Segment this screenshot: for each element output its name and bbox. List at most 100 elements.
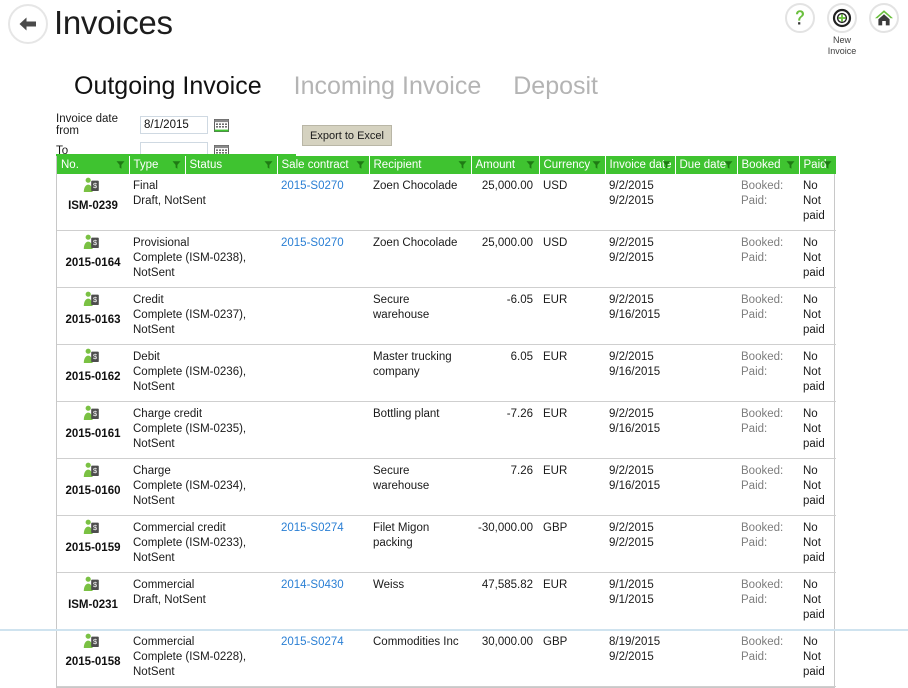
cell-recipient: Weiss: [369, 572, 471, 630]
invoice-person-dollar-icon: $: [83, 291, 99, 306]
column-header-type[interactable]: Type: [129, 156, 186, 174]
column-header-recipient[interactable]: Recipient: [369, 156, 472, 174]
filter-icon-booked[interactable]: [786, 161, 795, 170]
booked-value: No: [803, 294, 818, 306]
cell-recipient: Filet Migon packing: [369, 515, 471, 573]
filter-icon-status[interactable]: [264, 161, 273, 170]
cell-recipient: Commodities Inc: [369, 629, 471, 687]
filter-icon-recipient[interactable]: [458, 161, 467, 170]
booked-label: Booked:: [741, 636, 784, 648]
calendar-glyph: [214, 118, 229, 132]
column-header-amount-label: Amount: [475, 159, 516, 171]
cell-due-date-spacer: [675, 174, 737, 231]
cell-invoice-date: 9/2/2015 9/16/2015: [605, 344, 675, 402]
invoice-date-from-input[interactable]: [140, 116, 208, 134]
cell-paid-values: No Not paid: [799, 572, 836, 630]
column-header-sale-contract[interactable]: Sale contract: [277, 156, 370, 174]
currency-code: EUR: [543, 579, 568, 591]
table-row[interactable]: $ ISM-0239 Final Draft, NotSent 2015-S0270 Zo…: [57, 174, 836, 231]
currency-code: GBP: [543, 522, 568, 534]
column-header-booked[interactable]: Booked: [737, 156, 800, 174]
invoice-date-value: 9/1/2015: [609, 579, 654, 591]
table-row[interactable]: $2015-0161 Charge credit Complete (ISM-023…: [57, 401, 836, 459]
cell-type-status: Commercial Draft, NotSent: [129, 572, 277, 630]
paid-value: Not paid: [803, 480, 825, 507]
calendar-icon-from[interactable]: [214, 118, 229, 133]
svg-text:$: $: [93, 523, 97, 532]
tab-incoming-invoice[interactable]: Incoming Invoice: [294, 72, 482, 101]
cell-recipient: Master trucking company: [369, 344, 471, 402]
table-row[interactable]: $2015-0162 Debit Complete (ISM-0236), NotS…: [57, 344, 836, 402]
invoice-number: 2015-0164: [65, 257, 121, 269]
column-header-invoice-date[interactable]: Invoice date: [605, 156, 676, 174]
tab-deposit[interactable]: Deposit: [513, 72, 598, 101]
table-row[interactable]: $2015-0158 Commercial Complete (ISM-0228),…: [57, 629, 836, 687]
cell-no: $ ISM-0239: [57, 174, 129, 231]
column-header-currency[interactable]: Currency: [539, 156, 606, 174]
cell-type-status: Provisional Complete (ISM-0238), NotSent: [129, 230, 277, 288]
cell-due-date-spacer: [675, 629, 737, 687]
cell-paid-values: No Not paid: [799, 515, 836, 573]
paid-label: Paid:: [741, 423, 768, 435]
column-header-no[interactable]: No.: [57, 156, 130, 174]
filter-icon-no[interactable]: [116, 161, 125, 170]
cell-type-status: Credit Complete (ISM-0237), NotSent: [129, 287, 277, 345]
invoice-status: Complete (ISM-0233), NotSent: [133, 537, 247, 564]
sale-contract-link[interactable]: 2014-S0430: [281, 579, 344, 591]
svg-text:$: $: [93, 238, 97, 247]
invoice-person-dollar-icon: $: [61, 234, 125, 255]
cell-currency: EUR: [539, 287, 605, 345]
recipient-name: Bottling plant: [373, 408, 440, 420]
table-row[interactable]: $2015-0159 Commercial credit Complete (ISM…: [57, 515, 836, 573]
column-header-sale-contract-label: Sale contract: [281, 159, 349, 171]
home-button[interactable]: [866, 3, 902, 33]
column-header-paid[interactable]: Paid: [799, 156, 836, 174]
filter-icon-amount[interactable]: [526, 161, 535, 170]
sale-contract-link[interactable]: 2015-S0274: [281, 522, 344, 534]
table-row[interactable]: $2015-0163 Credit Complete (ISM-0237), Not…: [57, 287, 836, 345]
column-header-type-label: Type: [133, 159, 159, 171]
table-row[interactable]: $2015-0164 Provisional Complete (ISM-0238)…: [57, 230, 836, 288]
table-row[interactable]: $ ISM-0231 Commercial Draft, NotSent 2014-S0…: [57, 572, 836, 630]
cell-paid-values: No Not paid: [799, 174, 836, 231]
invoice-person-dollar-icon: $: [61, 462, 125, 483]
column-header-due-date[interactable]: Due date: [675, 156, 738, 174]
cell-amount: 25,000.00: [471, 174, 539, 231]
invoice-person-dollar-icon: $: [61, 291, 125, 312]
sale-contract-link[interactable]: 2015-S0270: [281, 237, 344, 249]
column-header-amount[interactable]: Amount: [471, 156, 540, 174]
sale-contract-link[interactable]: 2015-S0274: [281, 636, 344, 648]
amount-value: 25,000.00: [481, 180, 533, 192]
invoice-person-dollar-icon: $: [61, 576, 125, 597]
amount-value: 6.05: [510, 351, 533, 363]
filter-icon-invoice-date[interactable]: [662, 161, 671, 170]
filter-icon-sale-contract[interactable]: [356, 161, 365, 170]
invoice-date-value: 9/2/2015: [609, 237, 654, 249]
invoice-person-dollar-icon: $: [83, 462, 99, 477]
column-header-status[interactable]: Status: [185, 156, 278, 174]
cell-due-date-spacer: [675, 344, 737, 402]
cell-invoice-date: 9/2/2015 9/2/2015: [605, 515, 675, 573]
sale-contract-link[interactable]: 2015-S0270: [281, 180, 344, 192]
new-invoice-button[interactable]: New Invoice: [824, 3, 860, 57]
cell-type-status: Charge credit Complete (ISM-0235), NotSen…: [129, 401, 277, 459]
cell-no: $2015-0159: [57, 515, 129, 573]
table-row[interactable]: $2015-0160 Charge Complete (ISM-0234), Not…: [57, 458, 836, 516]
invoice-person-dollar-icon: $: [61, 519, 125, 540]
cell-booked-labels: Booked: Paid:: [737, 458, 799, 516]
export-to-excel-button[interactable]: Export to Excel: [302, 125, 392, 146]
help-button[interactable]: [782, 3, 818, 33]
booked-value: No: [803, 522, 818, 534]
filter-icon-due-date[interactable]: [724, 161, 733, 170]
svg-text:$: $: [93, 352, 97, 361]
column-header-recipient-label: Recipient: [373, 159, 422, 171]
cell-paid-values: No Not paid: [799, 629, 836, 687]
invoice-type: Charge credit: [133, 408, 203, 420]
recipient-name: Filet Migon packing: [373, 522, 430, 549]
filter-icon-currency[interactable]: [592, 161, 601, 170]
filter-icon-paid[interactable]: [823, 161, 832, 170]
tab-outgoing-invoice[interactable]: Outgoing Invoice: [74, 72, 262, 101]
back-button[interactable]: [8, 4, 48, 44]
invoice-person-dollar-icon: $: [83, 519, 99, 534]
filter-icon-type[interactable]: [172, 161, 181, 170]
